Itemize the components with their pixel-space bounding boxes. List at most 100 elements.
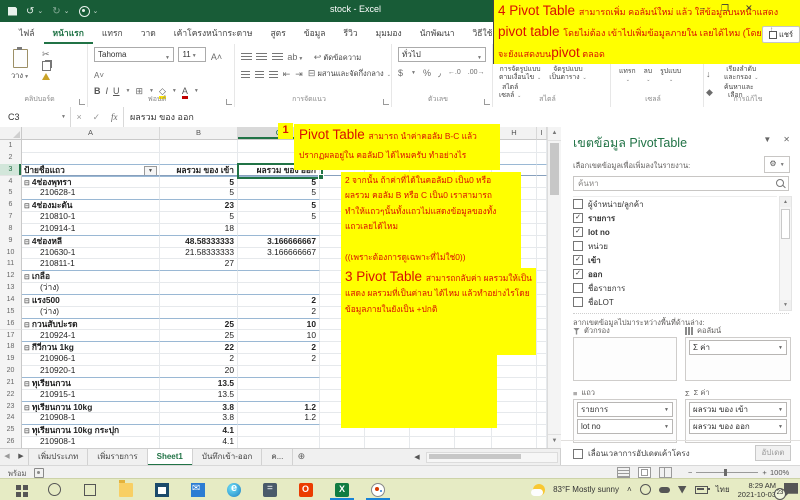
taskbar-start-icon[interactable]: [0, 479, 36, 500]
field-item-หน่วย[interactable]: หน่วย: [573, 239, 777, 253]
rows-area[interactable]: รายการ▼lot no▼: [573, 399, 677, 443]
field-item-ออก[interactable]: ✓ออก: [573, 267, 777, 281]
pane-options-icon[interactable]: ▼: [763, 135, 771, 144]
cell-empty[interactable]: [455, 436, 492, 448]
collapse-icon[interactable]: ⊟: [24, 274, 30, 281]
cut-icon[interactable]: ✂: [42, 49, 51, 59]
ribbon-tab-รีวิว[interactable]: รีวิว: [335, 21, 367, 45]
scroll-down-icon[interactable]: ▼: [780, 300, 791, 310]
wrap-text-button[interactable]: ↩ ตัดข้อความ: [314, 53, 361, 62]
ribbon-tab-นักพัฒนา[interactable]: นักพัฒนา: [411, 21, 464, 45]
ribbon-tab-มุมมอง[interactable]: มุมมอง: [367, 21, 411, 45]
cell-A26[interactable]: 210908-1: [22, 436, 160, 448]
collapse-icon[interactable]: ⊟: [24, 428, 30, 435]
scrollbar-thumb[interactable]: [429, 454, 521, 459]
align-middle-icon[interactable]: [256, 52, 267, 60]
orientation-icon[interactable]: ab: [287, 52, 297, 62]
align-bottom-icon[interactable]: [272, 52, 283, 60]
number-dialog-launcher[interactable]: [484, 99, 490, 105]
field-checkbox[interactable]: ✓: [573, 213, 583, 223]
shrink-font-icon[interactable]: A˅: [94, 71, 104, 80]
field-item-lot no[interactable]: ✓lot no: [573, 225, 777, 239]
font-name-select[interactable]: Tahoma ▼: [94, 47, 174, 62]
user-icon[interactable]: [79, 6, 90, 17]
taskbar-excel-icon[interactable]: [324, 479, 360, 500]
defer-update-checkbox[interactable]: [573, 449, 583, 459]
area-chip-รายการ[interactable]: รายการ▼: [577, 402, 673, 417]
cell-empty[interactable]: [320, 436, 365, 448]
field-item-ชื่อLOT[interactable]: ชื่อLOT: [573, 295, 777, 309]
field-checkbox[interactable]: [573, 297, 583, 307]
customize-qat-icon[interactable]: ⌄: [93, 7, 99, 15]
field-checkbox[interactable]: ✓: [573, 269, 583, 279]
field-checkbox[interactable]: [573, 241, 583, 251]
merge-center-button[interactable]: ⊟ ผสานและจัดกึ่งกลาง ⌄: [308, 68, 391, 80]
decrease-decimal-icon[interactable]: .00→: [468, 68, 485, 78]
clipboard-dialog-launcher[interactable]: [79, 99, 85, 105]
sheet-tab-เพิ่มประเภท[interactable]: เพิ่มประเภท: [28, 449, 88, 466]
columns-area[interactable]: Σ ค่า▼: [685, 337, 791, 381]
name-box[interactable]: C3▼: [0, 107, 71, 127]
weather-text[interactable]: 83°F Mostly sunny: [553, 485, 619, 494]
macro-record-icon[interactable]: [34, 468, 44, 478]
accounting-format-icon[interactable]: $: [398, 68, 403, 78]
select-all-corner[interactable]: [0, 127, 22, 140]
sheet-nav-right-icon[interactable]: ▶: [14, 449, 28, 466]
minimize-icon[interactable]: –: [700, 3, 705, 14]
language-indicator[interactable]: ไทย: [716, 483, 730, 496]
ribbon-tab-สูตร[interactable]: สูตร: [261, 21, 294, 45]
scroll-down-icon[interactable]: ▼: [548, 434, 561, 448]
ribbon-tab-file[interactable]: ไฟล์: [10, 21, 44, 45]
battery-icon[interactable]: [695, 486, 708, 494]
confirm-entry-icon[interactable]: ✓: [93, 112, 101, 123]
taskbar-edge-icon[interactable]: [216, 479, 252, 500]
taskbar-calculator-icon[interactable]: [252, 479, 288, 500]
field-search-input[interactable]: ค้นหา: [573, 176, 789, 191]
normal-view-icon[interactable]: [617, 467, 630, 478]
new-sheet-icon[interactable]: ⊕: [293, 449, 309, 466]
collapse-icon[interactable]: ⊟: [24, 239, 30, 246]
area-chip-Σ ค่า[interactable]: Σ ค่า▼: [689, 340, 787, 355]
sort-filter-button[interactable]: เรียงลำดับและกรอง ⌄: [720, 66, 762, 82]
undo-icon[interactable]: ↺: [26, 6, 34, 17]
sheet-tab-Sheet1[interactable]: Sheet1: [148, 449, 193, 466]
taskbar-search-icon[interactable]: [36, 479, 72, 500]
pane-close-icon[interactable]: ✕: [783, 135, 790, 144]
collapse-icon[interactable]: ⊟: [24, 180, 30, 187]
ribbon-tab-หน้าแรก[interactable]: หน้าแรก: [44, 21, 93, 45]
clock[interactable]: 8:29 AM2021-10-03: [738, 481, 776, 499]
cell-empty[interactable]: [410, 436, 455, 448]
field-checkbox[interactable]: ✓: [573, 227, 583, 237]
fill-down-icon[interactable]: ↓: [706, 69, 711, 79]
align-top-icon[interactable]: [241, 52, 252, 60]
format-cells-button[interactable]: รูปแบบ⌄: [656, 68, 685, 84]
sheet-tab-ค...[interactable]: ค...: [262, 449, 293, 466]
collapse-icon[interactable]: ⊟: [24, 203, 30, 210]
zoom-in-icon[interactable]: +: [762, 468, 766, 477]
field-item-เข้า[interactable]: ✓เข้า: [573, 253, 777, 267]
format-as-table-button[interactable]: จัดรูปแบบเป็นตาราง ⌄: [545, 66, 590, 82]
collapse-icon[interactable]: ⊟: [24, 405, 30, 412]
zoom-level[interactable]: 100%: [770, 468, 789, 477]
taskbar-store-icon[interactable]: [144, 479, 180, 500]
sheet-tab-บันทึกเข้า-ออก[interactable]: บันทึกเข้า-ออก: [193, 449, 262, 466]
field-item-รายการ[interactable]: ✓รายการ: [573, 211, 777, 225]
insert-function-icon[interactable]: fx: [111, 112, 118, 122]
notification-center-icon[interactable]: [784, 483, 798, 497]
page-layout-view-icon[interactable]: [638, 467, 651, 478]
scrollbar-thumb[interactable]: [550, 143, 559, 195]
ribbon-tab-เค้าโครงหน้ากระดาษ[interactable]: เค้าโครงหน้ากระดาษ: [165, 21, 262, 45]
conditional-formatting-button[interactable]: การจัดรูปแบบตามเงื่อนไข ⌄: [495, 66, 545, 82]
area-chip-ผลรวม ของ เข้า[interactable]: ผลรวม ของ เข้า▼: [689, 402, 787, 417]
align-left-icon[interactable]: [241, 70, 250, 78]
cell-empty[interactable]: [537, 436, 547, 448]
taskbar-office-icon[interactable]: [288, 479, 324, 500]
copy-icon[interactable]: [42, 61, 51, 71]
column-header-I[interactable]: I: [537, 127, 547, 140]
collapse-icon[interactable]: ⊟: [24, 322, 30, 329]
save-icon[interactable]: [8, 7, 17, 16]
zoom-slider[interactable]: [724, 469, 727, 476]
close-icon[interactable]: ✕: [745, 3, 753, 14]
increase-decimal-icon[interactable]: ←.0: [448, 68, 461, 78]
redo-icon[interactable]: ↻: [52, 6, 60, 17]
